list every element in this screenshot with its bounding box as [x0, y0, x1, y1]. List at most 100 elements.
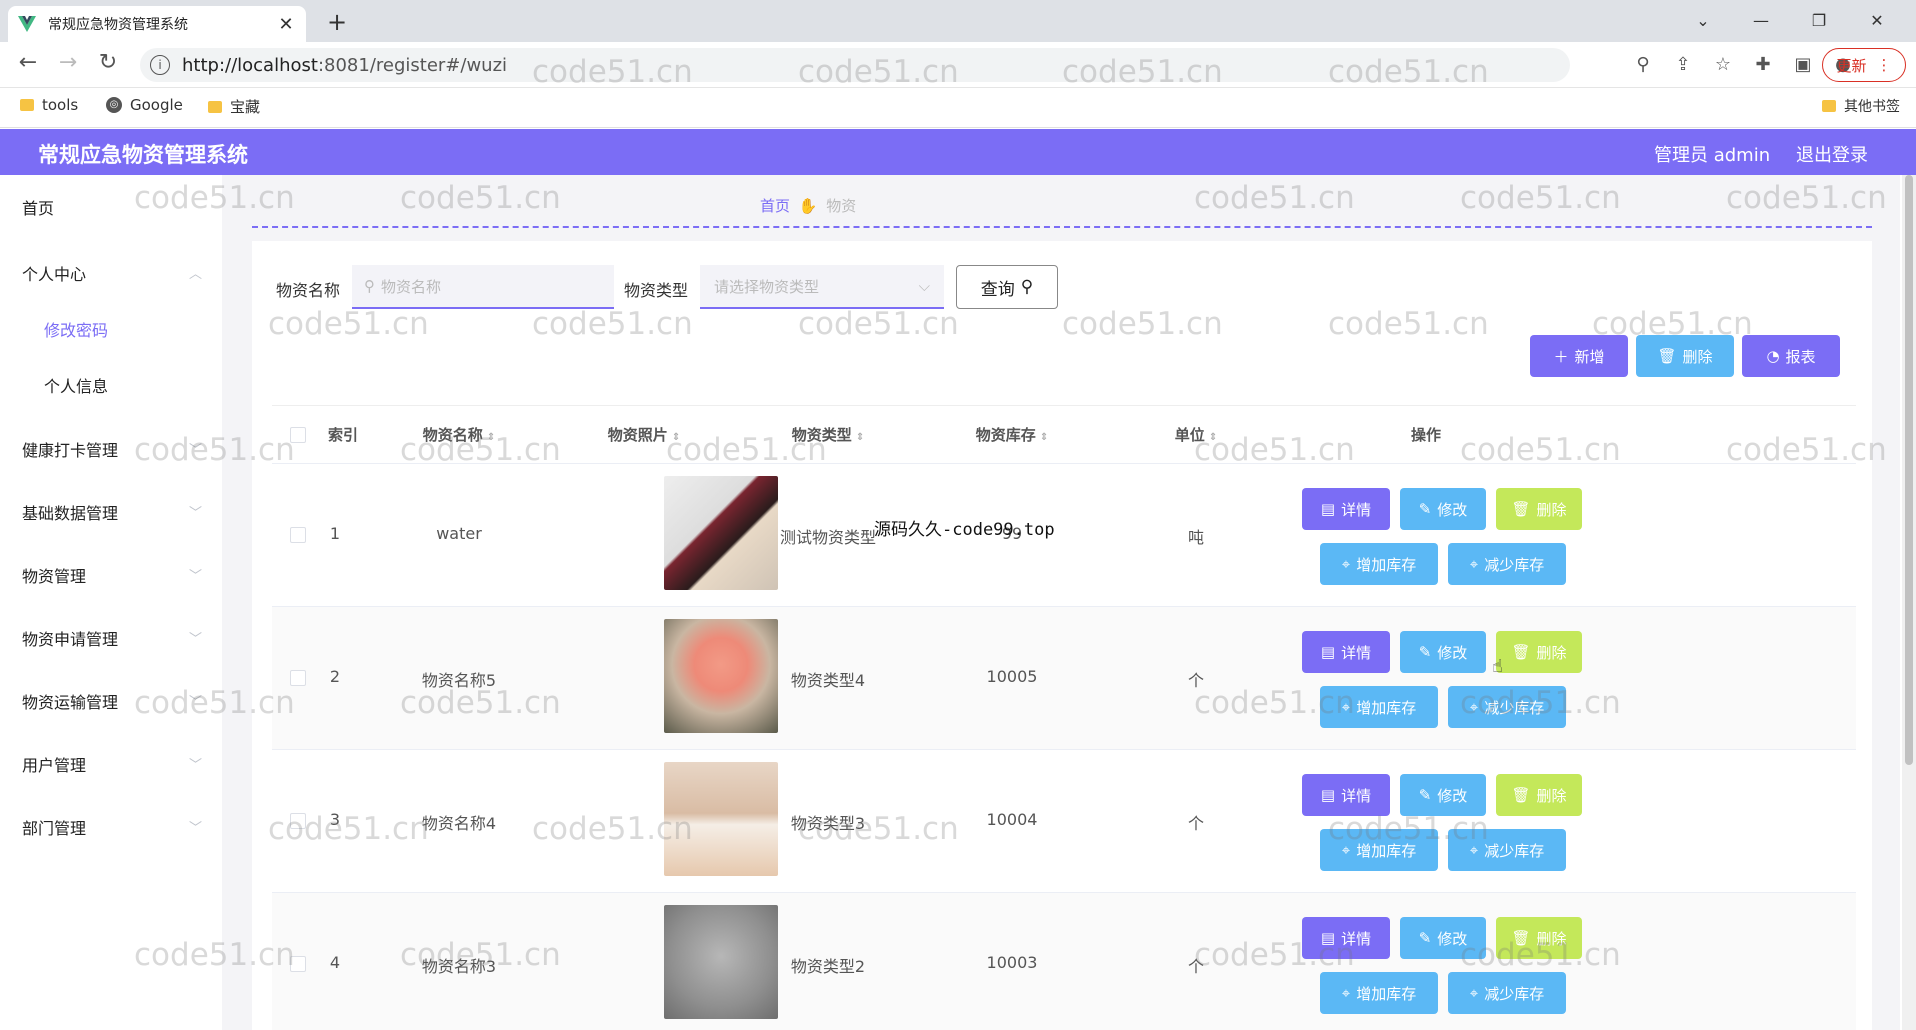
- query-button[interactable]: 查询 ⚲: [956, 265, 1058, 309]
- update-button[interactable]: 更新 ⋮: [1822, 48, 1906, 82]
- reduce-stock-button[interactable]: ⌖ 减少库存: [1448, 829, 1566, 871]
- delete-button[interactable]: 🗑 删除: [1496, 488, 1582, 530]
- close-window-icon[interactable]: ✕: [1848, 4, 1906, 36]
- chevron-down-icon: ﹀: [188, 695, 202, 710]
- detail-button[interactable]: ▤ 详情: [1302, 917, 1390, 959]
- edit-button[interactable]: ✎ 修改: [1400, 631, 1486, 673]
- folder-icon: [1822, 100, 1836, 112]
- tab-search-icon[interactable]: ⌄: [1674, 4, 1732, 36]
- edit-button[interactable]: ✎ 修改: [1400, 488, 1486, 530]
- add-stock-button[interactable]: ⌖ 增加库存: [1320, 972, 1438, 1014]
- page: { "browser": { "tab_title": "常规应急物资管理系统"…: [0, 0, 1916, 1030]
- column-header-type[interactable]: 物资类型 ⇕: [736, 424, 920, 445]
- chevron-down-icon: ﹀: [188, 569, 202, 584]
- delete-button[interactable]: 🗑 删除: [1496, 774, 1582, 816]
- browser-tab[interactable]: 常规应急物资管理系统 ✕: [8, 6, 306, 42]
- bookmark-google[interactable]: ◎ Google: [106, 96, 183, 114]
- add-stock-button[interactable]: ⌖ 增加库存: [1320, 829, 1438, 871]
- sidebar-item-label: 个人中心: [22, 265, 87, 284]
- add-stock-button[interactable]: ⌖ 增加库存: [1320, 543, 1438, 585]
- reduce-stock-button[interactable]: ⌖ 减少库存: [1448, 543, 1566, 585]
- sidebar-item-label: 健康打卡管理: [22, 441, 119, 460]
- document-icon: ▤: [1320, 643, 1336, 661]
- cell-stock: 10003: [986, 953, 1038, 972]
- bookmark-star-icon[interactable]: ☆: [1710, 50, 1736, 78]
- cell-index: 3: [329, 810, 341, 829]
- material-type-select[interactable]: 请选择物资类型 ⌵: [700, 265, 944, 309]
- detail-button[interactable]: ▤ 详情: [1302, 774, 1390, 816]
- bookmark-tools[interactable]: tools: [20, 96, 78, 114]
- trash-icon: 🗑: [1511, 500, 1531, 518]
- restore-icon[interactable]: ❐: [1790, 4, 1848, 36]
- location-icon: ⌖: [1469, 698, 1479, 716]
- column-header-unit[interactable]: 单位 ⇕: [1104, 424, 1288, 445]
- sidebar-item-personal-info[interactable]: 个人信息: [44, 373, 108, 397]
- trash-icon: 🗑: [1657, 347, 1677, 365]
- extensions-icon[interactable]: ✚: [1750, 50, 1776, 78]
- edit-button[interactable]: ✎ 修改: [1400, 917, 1486, 959]
- page-scrollbar[interactable]: [1902, 175, 1916, 1030]
- delete-button[interactable]: 🗑 删除: [1496, 631, 1582, 673]
- report-button[interactable]: ◔ 报表: [1742, 335, 1840, 377]
- zoom-icon[interactable]: ⚲: [1630, 50, 1656, 78]
- chevron-down-icon: ﹀: [188, 632, 202, 647]
- column-header-stock[interactable]: 物资库存 ⇕: [920, 424, 1104, 445]
- reduce-stock-button[interactable]: ⌖ 减少库存: [1448, 686, 1566, 728]
- minimize-icon[interactable]: —: [1732, 4, 1790, 36]
- row-checkbox[interactable]: [290, 813, 306, 829]
- select-all-checkbox[interactable]: [290, 427, 306, 443]
- sidebar-item-materials[interactable]: 物资管理 ﹀: [22, 563, 202, 587]
- site-info-icon[interactable]: i: [150, 55, 170, 75]
- delete-button[interactable]: 🗑 删除: [1496, 917, 1582, 959]
- url-field[interactable]: i http://localhost:8081/register#/wuzi: [140, 48, 1570, 82]
- breadcrumb-home[interactable]: 首页: [760, 197, 790, 215]
- bookmark-label: tools: [42, 96, 79, 114]
- location-icon: ⌖: [1469, 841, 1479, 859]
- sidebar-item-basic-data[interactable]: 基础数据管理 ﹀: [22, 500, 202, 524]
- reload-icon[interactable]: ↻: [92, 50, 124, 75]
- share-icon[interactable]: ⇪: [1670, 50, 1696, 78]
- sidebar-item-material-requests[interactable]: 物资申请管理 ﹀: [22, 626, 202, 650]
- detail-button[interactable]: ▤ 详情: [1302, 631, 1390, 673]
- cell-unit: 个: [1187, 957, 1204, 976]
- sidebar-item-label: 物资管理: [22, 567, 87, 586]
- row-checkbox[interactable]: [290, 956, 306, 972]
- delete-label: 删除: [1536, 500, 1567, 519]
- chevron-down-icon: ⌵: [918, 277, 930, 295]
- sidepanel-icon[interactable]: ▣: [1790, 50, 1816, 78]
- column-header-photo[interactable]: 物资照片 ⇕: [552, 424, 736, 445]
- sidebar-item-change-password[interactable]: 修改密码: [44, 317, 108, 341]
- column-header-label: 物资名称: [422, 426, 483, 444]
- add-button[interactable]: ＋ 新增: [1530, 335, 1628, 377]
- logout-link[interactable]: 退出登录: [1796, 141, 1868, 167]
- column-header-name[interactable]: 物资名称 ⇕: [366, 424, 552, 445]
- sidebar-item-personal-center[interactable]: 个人中心 ︿: [22, 261, 202, 285]
- reduce-stock-label: 减少库存: [1484, 984, 1545, 1003]
- new-tab-icon[interactable]: +: [322, 8, 352, 36]
- add-stock-button[interactable]: ⌖ 增加库存: [1320, 686, 1438, 728]
- scrollbar-thumb[interactable]: [1905, 175, 1913, 765]
- back-icon[interactable]: ←: [12, 50, 44, 75]
- material-name-input[interactable]: ⚲ 物资名称: [352, 265, 614, 309]
- row-checkbox[interactable]: [290, 527, 306, 543]
- sidebar-item-material-transport[interactable]: 物资运输管理 ﹀: [22, 689, 202, 713]
- edit-button[interactable]: ✎ 修改: [1400, 774, 1486, 816]
- forward-icon[interactable]: →: [52, 50, 84, 75]
- bookmark-other[interactable]: 其他书签: [1822, 96, 1900, 116]
- sidebar-item-home[interactable]: 首页: [22, 195, 202, 219]
- sidebar-item-users[interactable]: 用户管理 ﹀: [22, 752, 202, 776]
- reduce-stock-button[interactable]: ⌖ 减少库存: [1448, 972, 1566, 1014]
- bookmark-treasure[interactable]: 宝藏: [208, 96, 260, 117]
- sidebar-item-departments[interactable]: 部门管理 ﹀: [22, 815, 202, 839]
- detail-button[interactable]: ▤ 详情: [1302, 488, 1390, 530]
- reduce-stock-label: 减少库存: [1484, 555, 1545, 574]
- close-tab-icon[interactable]: ✕: [276, 14, 296, 35]
- cell-unit: 吨: [1187, 528, 1204, 547]
- sidebar-item-health-checkin[interactable]: 健康打卡管理 ﹀: [22, 437, 202, 461]
- row-checkbox[interactable]: [290, 670, 306, 686]
- batch-delete-button[interactable]: 🗑 删除: [1636, 335, 1734, 377]
- pie-chart-icon: ◔: [1766, 347, 1780, 365]
- pencil-icon: ✎: [1418, 500, 1432, 518]
- detail-label: 详情: [1341, 500, 1372, 519]
- cell-name: 物资名称4: [421, 814, 497, 833]
